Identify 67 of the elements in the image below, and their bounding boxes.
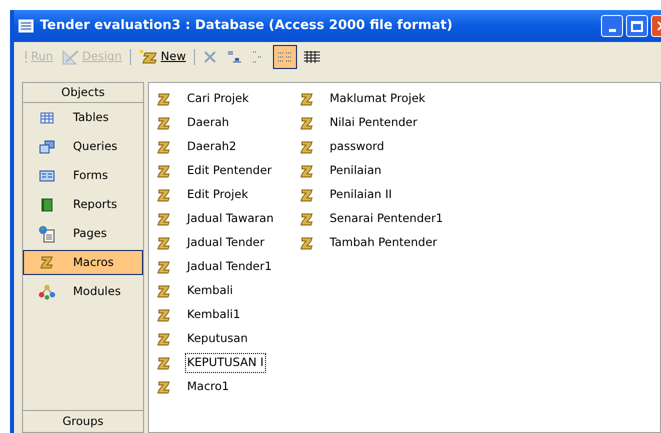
book-icon <box>39 196 55 212</box>
macro-item[interactable]: Keputusan <box>157 327 276 351</box>
scroll-icon <box>157 356 171 370</box>
ruler-triangle-icon <box>62 49 80 65</box>
globe-page-icon <box>38 224 56 242</box>
new-macro-icon <box>138 49 159 65</box>
object-type-item[interactable]: Modules <box>23 279 143 304</box>
scroll-icon <box>40 256 54 269</box>
macro-item[interactable]: Edit Pentender <box>157 159 276 183</box>
maximize-button[interactable] <box>626 15 648 37</box>
macro-item[interactable]: Daerah <box>157 111 276 135</box>
scroll-icon <box>157 308 171 322</box>
macro-item[interactable]: Kembali <box>157 279 276 303</box>
large-icons-view-icon <box>226 50 242 64</box>
list-view-icon <box>276 50 294 64</box>
minimize-button[interactable] <box>601 15 623 37</box>
macro-item[interactable]: Penilaian <box>300 159 446 183</box>
scroll-icon <box>157 164 171 178</box>
table-icon <box>39 110 55 126</box>
macro-item[interactable]: Edit Projek <box>157 183 276 207</box>
macro-item[interactable]: Penilaian II <box>300 183 446 207</box>
scroll-icon <box>157 260 171 274</box>
object-type-item[interactable]: Pages <box>23 221 143 246</box>
object-type-item[interactable]: Forms <box>23 163 143 188</box>
object-type-item[interactable]: Queries <box>23 134 143 159</box>
scroll-icon <box>157 332 171 346</box>
scroll-icon <box>157 236 171 250</box>
macro-item[interactable]: Nilai Pentender <box>300 111 446 135</box>
scroll-icon <box>157 92 171 106</box>
form-icon <box>39 168 55 184</box>
macro-item[interactable]: Jadual Tawaran <box>157 207 276 231</box>
object-type-item[interactable]: Macros <box>23 250 143 275</box>
macro-item[interactable]: Kembali1 <box>157 303 276 327</box>
scroll-icon <box>157 140 171 154</box>
macro-item[interactable]: Daerah2 <box>157 135 276 159</box>
macro-item[interactable]: Macro1 <box>157 375 276 399</box>
macro-item[interactable]: Jadual Tender <box>157 231 276 255</box>
object-type-item[interactable]: Tables <box>23 105 143 130</box>
macro-item[interactable]: Senarai Pentender1 <box>300 207 446 231</box>
scroll-icon <box>157 212 171 226</box>
scroll-icon <box>300 212 314 226</box>
scroll-icon <box>300 164 314 178</box>
stacked-windows-icon <box>39 138 55 154</box>
scroll-icon <box>300 116 314 130</box>
macro-item[interactable]: Maklumat Projek <box>300 87 446 111</box>
macro-item[interactable]: Jadual Tender1 <box>157 255 276 279</box>
scroll-icon <box>300 236 314 250</box>
objects-header[interactable]: Objects <box>23 83 143 103</box>
scroll-icon <box>157 116 171 130</box>
macro-item[interactable]: password <box>300 135 446 159</box>
macro-item[interactable]: Tambah Pentender <box>300 231 446 255</box>
scroll-icon <box>300 188 314 202</box>
groups-header[interactable]: Groups <box>23 410 143 432</box>
scroll-icon <box>157 188 171 202</box>
new-button[interactable]: New <box>136 45 189 69</box>
object-type-item[interactable]: Reports <box>23 192 143 217</box>
modules-icon <box>38 282 56 300</box>
window-title: Tender evaluation3 : Database (Access 2000 file format) <box>40 17 453 36</box>
list-button[interactable] <box>272 45 297 69</box>
delete-x-icon <box>202 50 217 64</box>
scroll-icon <box>157 284 171 298</box>
scroll-icon <box>300 92 314 106</box>
scroll-icon <box>157 380 171 394</box>
details-view-icon <box>302 50 321 64</box>
exclamation-icon <box>23 50 29 64</box>
scroll-icon <box>300 140 314 154</box>
macro-item[interactable]: Cari Projek <box>157 87 276 111</box>
